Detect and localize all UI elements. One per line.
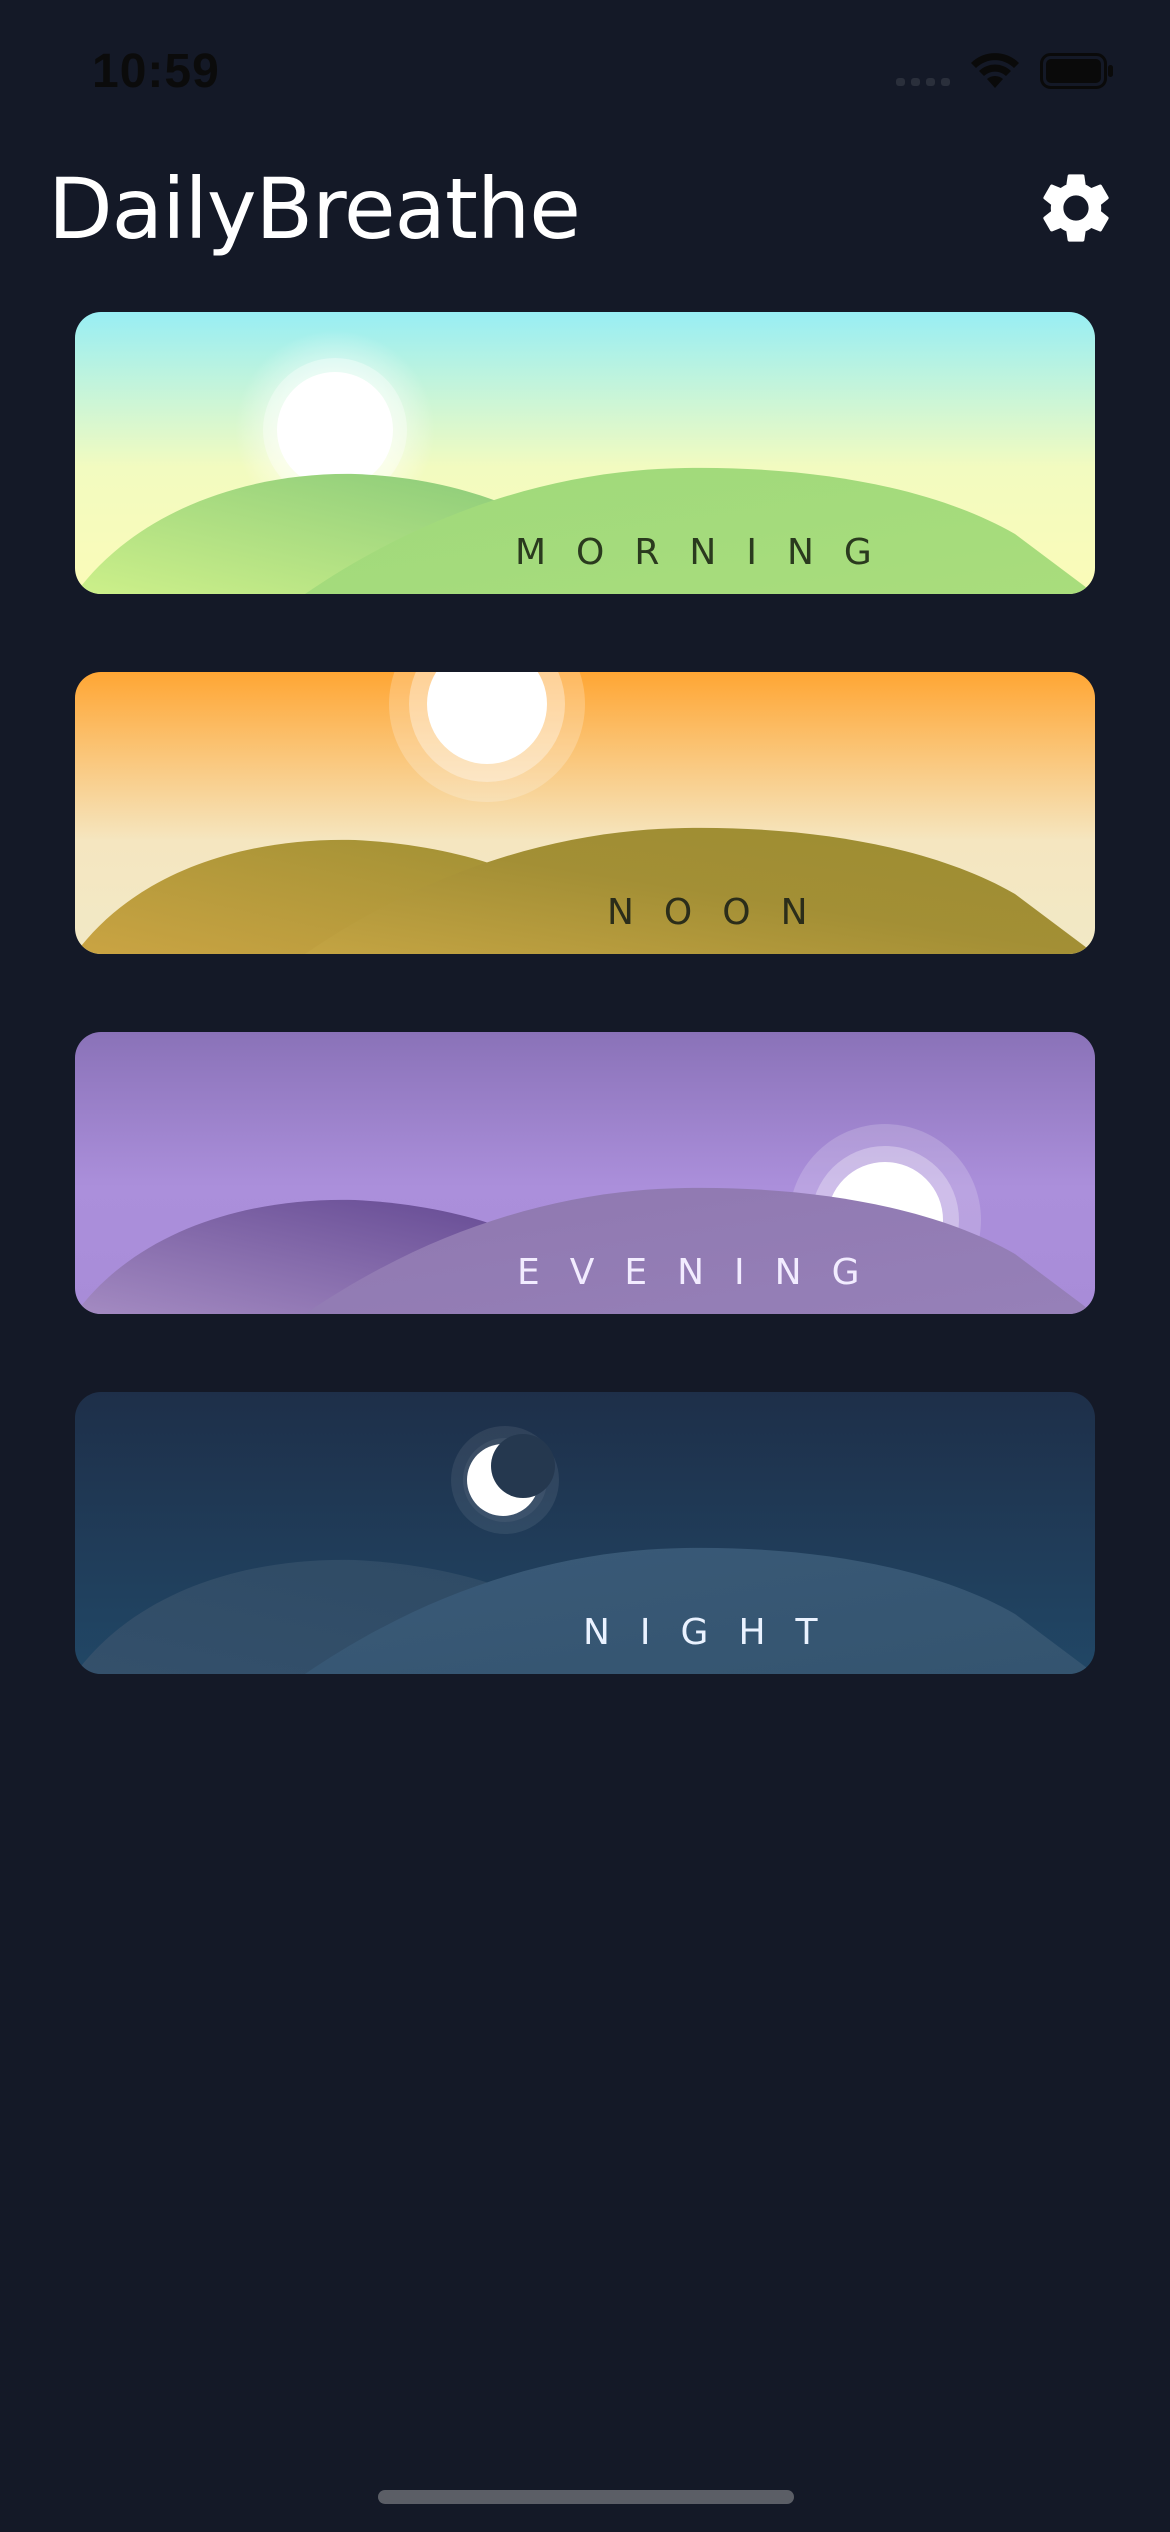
night-label: NIGHT <box>583 1612 848 1653</box>
sun-icon <box>277 372 393 488</box>
home-indicator[interactable] <box>378 2490 794 2504</box>
morning-card[interactable]: MORNING <box>75 312 1095 594</box>
signal-icon <box>896 56 950 86</box>
evening-label: EVENING <box>517 1252 890 1293</box>
status-bar: 10:59 <box>0 0 1170 150</box>
settings-button[interactable] <box>1034 166 1118 250</box>
morning-label: MORNING <box>515 532 902 573</box>
status-time: 10:59 <box>92 45 220 98</box>
wifi-icon <box>971 53 1019 88</box>
status-icons <box>896 52 1114 90</box>
evening-card[interactable]: EVENING <box>75 1032 1095 1314</box>
noon-card[interactable]: NOON <box>75 672 1095 954</box>
night-card[interactable]: NIGHT <box>75 1392 1095 1674</box>
app-header: DailyBreathe <box>0 150 1170 270</box>
battery-icon <box>1040 53 1113 89</box>
noon-landscape <box>75 672 1095 954</box>
app-title: DailyBreathe <box>48 160 581 258</box>
gear-icon <box>1043 174 1109 242</box>
noon-label: NOON <box>607 892 838 933</box>
